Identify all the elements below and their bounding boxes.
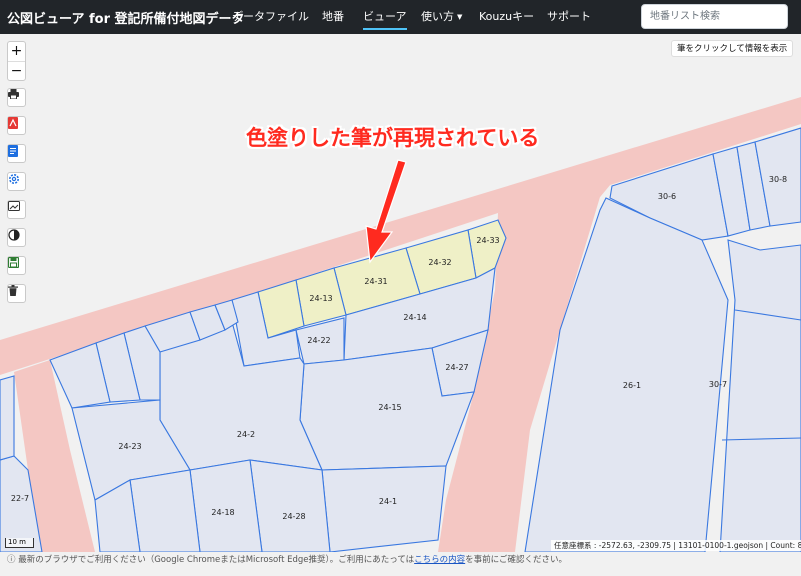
parcel-label: 24-33 <box>476 236 499 245</box>
parcel-label: 24-2 <box>237 430 255 439</box>
parcel-strip[interactable] <box>129 469 201 552</box>
pdf-icon <box>8 117 18 129</box>
gear-icon <box>9 174 19 184</box>
parcel-label: 24-23 <box>118 442 141 451</box>
nav-support[interactable]: サポート <box>547 0 591 34</box>
parcel-label: 24-28 <box>282 512 305 521</box>
annotation-text: 色塗りした筆が再現されている <box>246 126 540 150</box>
parcel-label: 24-32 <box>428 258 451 267</box>
nav-data-file[interactable]: データファイル <box>232 0 309 34</box>
zoom-out-button[interactable]: − <box>8 61 25 80</box>
parcel-label: 24-15 <box>378 403 401 412</box>
nav-viewer[interactable]: ビューア <box>363 0 407 30</box>
parcel-24-1[interactable] <box>321 465 447 552</box>
document-icon <box>8 145 18 157</box>
parcel-label: 24-1 <box>379 497 397 506</box>
parcel-label: 22-7 <box>11 494 29 503</box>
caret-down-icon: ▼ <box>457 13 463 21</box>
image-button[interactable] <box>7 200 26 219</box>
parcel-label: 24-31 <box>364 277 387 286</box>
zoom-control: + − <box>7 41 26 81</box>
app-title[interactable]: 公図ビューア for 登記所備付地図データ <box>7 8 245 27</box>
terms-link[interactable]: こちらの内容 <box>414 555 465 565</box>
pdf-button[interactable] <box>7 116 26 135</box>
search-input[interactable] <box>641 4 788 29</box>
delete-button[interactable] <box>7 284 26 303</box>
parcel-24-28[interactable] <box>249 459 331 552</box>
image-icon <box>8 201 20 211</box>
parcel-label: 30-7 <box>709 380 727 389</box>
zoom-in-button[interactable]: + <box>8 42 25 61</box>
coordinate-readout: 任意座標系 : -2572.63, -2309.75 | 13101-0100-… <box>551 540 801 551</box>
parcel-label: 26-1 <box>623 381 641 390</box>
click-hint: 筆をクリックして情報を表示 <box>671 40 794 57</box>
parcel-label: 30-6 <box>658 192 676 201</box>
footer-prefix: ⓘ 最新のブラウザでご利用ください（Google ChromeまたはMicros… <box>7 555 415 565</box>
parcel-label: 24-27 <box>445 363 468 372</box>
map-svg[interactable]: 24-33 24-32 24-31 24-13 24-14 24-22 24-2… <box>0 34 801 552</box>
trash-icon <box>8 285 18 296</box>
footer-notice: ⓘ 最新のブラウザでご利用ください（Google ChromeまたはMicros… <box>0 552 801 576</box>
map-canvas[interactable]: 24-33 24-32 24-31 24-13 24-14 24-22 24-2… <box>0 34 801 552</box>
parcel-label: 24-13 <box>309 294 332 303</box>
parcel-label: 24-22 <box>307 336 330 345</box>
print-button[interactable] <box>7 88 26 107</box>
contrast-icon <box>8 229 20 241</box>
printer-icon <box>8 89 19 99</box>
save-button[interactable] <box>7 256 26 275</box>
nav-usage[interactable]: 使い方 ▼ <box>421 0 462 34</box>
save-icon <box>8 257 19 268</box>
nav-kouzu-key[interactable]: Kouzuキー <box>479 0 534 34</box>
nav-chiban[interactable]: 地番 <box>322 0 344 34</box>
contrast-button[interactable] <box>7 228 26 247</box>
parcel-left-edge[interactable] <box>0 375 15 461</box>
parcel-label: 30-8 <box>769 175 787 184</box>
parcel-30-7[interactable] <box>719 239 801 552</box>
navbar: 公図ビューア for 登記所備付地図データ データファイル 地番 ビューア 使い… <box>0 0 801 34</box>
parcel-label: 24-18 <box>211 508 234 517</box>
settings-button[interactable] <box>7 172 26 191</box>
parcel-label: 24-14 <box>403 313 426 322</box>
parcel-24-18[interactable] <box>189 459 263 552</box>
footer-suffix: を事前にご確認ください。 <box>465 555 568 565</box>
scale-bar: 10 m <box>5 538 34 548</box>
nav-usage-label: 使い方 <box>421 10 454 23</box>
document-button[interactable] <box>7 144 26 163</box>
